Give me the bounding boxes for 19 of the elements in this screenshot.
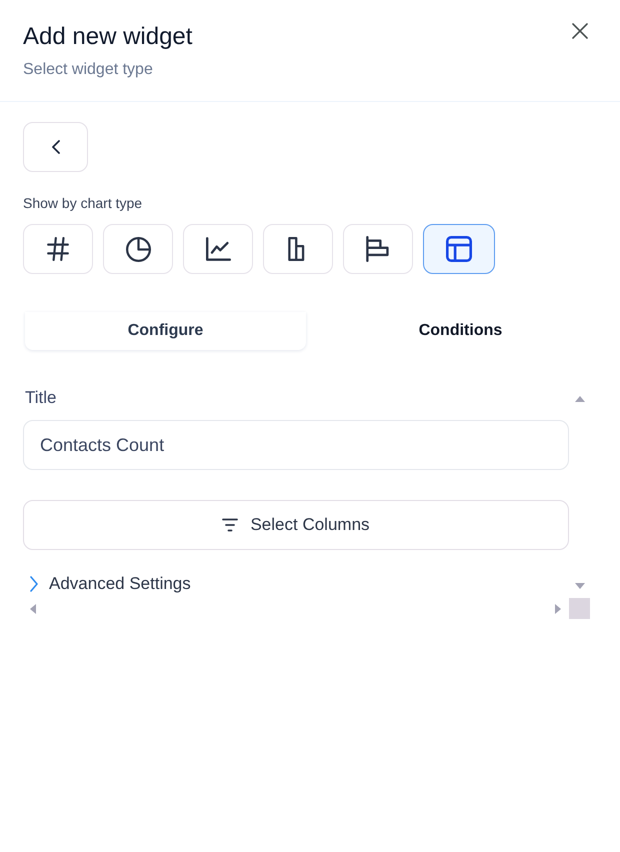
chevron-left-icon: [52, 140, 60, 154]
panel-title: Add new widget: [23, 23, 192, 51]
horizontal-bar-chart-icon: [366, 236, 390, 262]
pie-chart-icon: [126, 236, 150, 262]
panel-subtitle: Select widget type: [23, 60, 154, 80]
filter-icon: [222, 518, 238, 532]
hash-icon: [46, 237, 70, 261]
title-input[interactable]: Contacts Count: [23, 420, 569, 470]
field-label: Title: [25, 388, 56, 408]
line-chart-icon: [206, 237, 230, 261]
chart-type-label: Show by chart type: [23, 195, 144, 212]
scrollbar-corner: [569, 598, 590, 619]
advanced-settings-toggle[interactable]: Advanced Settings: [23, 574, 191, 594]
table-icon: [446, 236, 472, 262]
tab[interactable]: Configure: [25, 312, 306, 350]
select-columns-button[interactable]: Select Columns: [23, 500, 569, 550]
chart-type-button[interactable]: [423, 224, 495, 274]
close-icon[interactable]: [572, 22, 588, 38]
tab[interactable]: Conditions: [320, 312, 601, 350]
